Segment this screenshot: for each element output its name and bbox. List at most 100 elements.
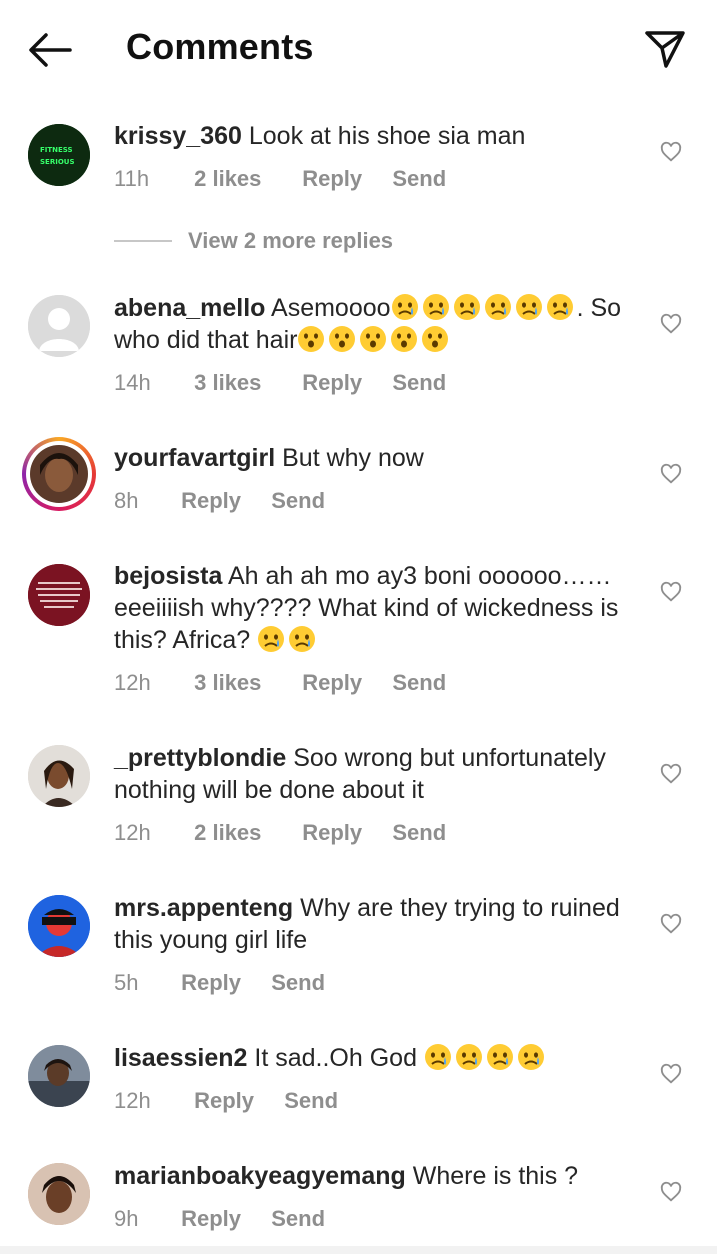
crying-face-emoji (546, 294, 573, 320)
crying-face-emoji (453, 294, 480, 320)
comment-meta: 5h Reply Send (114, 970, 325, 996)
header-bar: Comments (0, 0, 717, 100)
comment-username[interactable]: yourfavartgirl (114, 444, 275, 472)
comment-likes[interactable]: 2 likes (194, 166, 296, 192)
send-button[interactable]: Send (271, 970, 325, 996)
comment-text: Look at his shoe sia man (248, 122, 526, 150)
comment-text: It sad..Oh God (254, 1044, 417, 1072)
comment-likes[interactable]: 2 likes (194, 820, 296, 846)
comment-meta: 12h 2 likes Reply Send (114, 820, 446, 846)
avatar[interactable] (28, 1045, 90, 1107)
avatar (30, 445, 88, 503)
heart-outline-icon[interactable] (660, 141, 682, 163)
avatar[interactable] (28, 295, 90, 357)
avatar[interactable] (28, 1163, 90, 1225)
hushed-face-emoji (391, 326, 418, 352)
comment-meta: 8h Reply Send (114, 488, 325, 514)
comment-body: abena_mello Asemoooo. So who did that ha… (114, 292, 644, 356)
comment-username[interactable]: marianboakyeagyemang (114, 1162, 406, 1190)
comment-username[interactable]: krissy_360 (114, 122, 242, 150)
crying-face-emoji (486, 1044, 513, 1070)
heart-outline-icon[interactable] (660, 1181, 682, 1203)
comment-username[interactable]: lisaessien2 (114, 1044, 247, 1072)
comment-username[interactable]: mrs.appenteng (114, 894, 293, 922)
comment-meta: 9h Reply Send (114, 1206, 325, 1232)
send-button[interactable]: Send (392, 820, 446, 846)
comment-time: 12h (114, 1088, 151, 1113)
comment-text: Where is this ? (412, 1162, 579, 1190)
crying-face-emoji (289, 626, 316, 652)
page-title: Comments (126, 26, 314, 67)
heart-outline-icon[interactable] (660, 463, 682, 485)
crying-face-emoji (424, 1044, 451, 1070)
comment-time: 12h (114, 670, 151, 695)
reply-button[interactable]: Reply (302, 820, 386, 846)
comment-time: 5h (114, 970, 139, 995)
back-arrow-icon[interactable] (26, 30, 72, 70)
comment-body: bejosista Ah ah ah mo ay3 boni oooooo…… … (114, 560, 644, 656)
replies-divider (114, 240, 172, 242)
comment-body: mrs.appenteng Why are they trying to rui… (114, 892, 644, 956)
crying-face-emoji (391, 294, 418, 320)
crying-face-emoji (258, 626, 285, 652)
avatar[interactable]: FITNESS SERIOUS (28, 124, 90, 186)
comment-body: yourfavartgirl But why now (114, 442, 644, 474)
reply-button[interactable]: Reply (181, 488, 265, 514)
avatar[interactable] (28, 564, 90, 626)
crying-face-emoji (422, 294, 449, 320)
reply-button[interactable]: Reply (302, 166, 386, 192)
comment-username[interactable]: _prettyblondie (114, 744, 286, 772)
heart-outline-icon[interactable] (660, 913, 682, 935)
send-button[interactable]: Send (392, 370, 446, 396)
reply-button[interactable]: Reply (302, 370, 386, 396)
send-button[interactable]: Send (271, 488, 325, 514)
comment-text: Asemoooo (271, 294, 391, 322)
comment-body: lisaessien2 It sad..Oh God (114, 1042, 644, 1074)
reply-button[interactable]: Reply (181, 1206, 265, 1232)
crying-face-emoji (517, 1044, 544, 1070)
crying-face-emoji (455, 1044, 482, 1070)
heart-outline-icon[interactable] (660, 581, 682, 603)
comment-time: 14h (114, 370, 151, 395)
hushed-face-emoji (422, 326, 449, 352)
avatar[interactable] (28, 745, 90, 807)
view-more-replies-button[interactable]: View 2 more replies (188, 228, 393, 254)
comment-time: 12h (114, 820, 151, 845)
crying-face-emoji (484, 294, 511, 320)
comment-meta: 11h 2 likes Reply Send (114, 166, 446, 192)
hushed-face-emoji (298, 326, 325, 352)
comment-body: marianboakyeagyemang Where is this ? (114, 1160, 644, 1192)
avatar[interactable] (28, 895, 90, 957)
comment-time: 9h (114, 1206, 139, 1231)
crying-face-emoji (515, 294, 542, 320)
send-button[interactable]: Send (284, 1088, 338, 1114)
comment-body: _prettyblondie Soo wrong but unfortunate… (114, 742, 644, 806)
paper-plane-icon[interactable] (644, 28, 686, 70)
heart-outline-icon[interactable] (660, 763, 682, 785)
story-avatar[interactable] (22, 437, 96, 511)
comment-likes[interactable]: 3 likes (194, 370, 296, 396)
hushed-face-emoji (360, 326, 387, 352)
comment-time: 8h (114, 488, 139, 513)
send-button[interactable]: Send (392, 670, 446, 696)
comment-meta: 12h 3 likes Reply Send (114, 670, 446, 696)
hushed-face-emoji (329, 326, 356, 352)
reply-button[interactable]: Reply (302, 670, 386, 696)
comment-username[interactable]: abena_mello (114, 294, 265, 322)
heart-outline-icon[interactable] (660, 1063, 682, 1085)
comment-username[interactable]: bejosista (114, 562, 222, 590)
bottom-divider (0, 1246, 717, 1254)
comment-meta: 14h 3 likes Reply Send (114, 370, 446, 396)
send-button[interactable]: Send (271, 1206, 325, 1232)
svg-text:SERIOUS: SERIOUS (40, 158, 75, 166)
comment-meta: 12h Reply Send (114, 1088, 338, 1114)
reply-button[interactable]: Reply (181, 970, 265, 996)
comment-likes[interactable]: 3 likes (194, 670, 296, 696)
comment-text: But why now (282, 444, 424, 472)
comment-time: 11h (114, 166, 150, 191)
reply-button[interactable]: Reply (194, 1088, 278, 1114)
heart-outline-icon[interactable] (660, 313, 682, 335)
send-button[interactable]: Send (392, 166, 446, 192)
svg-text:FITNESS: FITNESS (40, 146, 73, 154)
comment-body: krissy_360 Look at his shoe sia man (114, 120, 644, 152)
